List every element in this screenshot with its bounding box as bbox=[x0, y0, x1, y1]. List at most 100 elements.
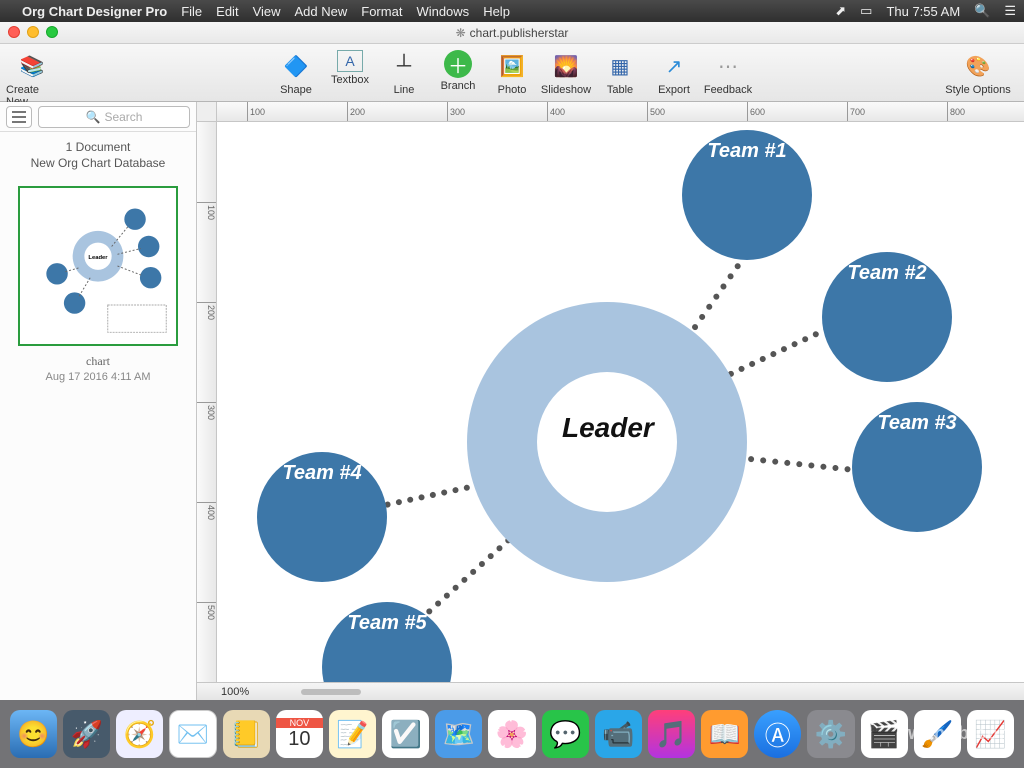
ruler-tick: 700 bbox=[847, 102, 865, 121]
create-new-button[interactable]: 📚 Create New bbox=[6, 48, 58, 108]
style-options-icon: 🎨 bbox=[962, 50, 994, 82]
menu-add-new[interactable]: Add New bbox=[295, 4, 348, 19]
style-options-label: Style Options bbox=[945, 84, 1010, 96]
export-icon: ↗ bbox=[658, 50, 690, 82]
node-label: Team #2 bbox=[847, 262, 926, 285]
menu-help[interactable]: Help bbox=[483, 4, 510, 19]
dock-reminders-icon[interactable]: ☑️ bbox=[382, 710, 429, 758]
shape-button[interactable]: 🔷Shape bbox=[270, 48, 322, 96]
node-team-5[interactable]: Team #5 bbox=[322, 602, 452, 682]
cursor-icon[interactable]: ⬈ bbox=[835, 3, 846, 19]
dock-notes-icon[interactable]: 📝 bbox=[329, 710, 376, 758]
clock[interactable]: Thu 7:55 AM bbox=[886, 4, 960, 19]
dock-safari-icon[interactable]: 🧭 bbox=[116, 710, 163, 758]
mac-menubar: Org Chart Designer Pro File Edit View Ad… bbox=[0, 0, 1024, 22]
thumbnail-preview: Leader bbox=[20, 188, 176, 344]
watermark: wkhub.com bbox=[908, 723, 1016, 744]
sidebar: 🔍Search 1 Document New Org Chart Databas… bbox=[0, 102, 197, 700]
dock-appstore-icon[interactable]: Ⓐ bbox=[754, 710, 801, 758]
style-options-button[interactable]: 🎨 Style Options bbox=[938, 48, 1018, 96]
node-team-1[interactable]: Team #1 bbox=[682, 130, 812, 260]
feedback-icon: ⋯ bbox=[712, 50, 744, 82]
canvas-area: 100 200 300 400 500 600 700 800 100 200 … bbox=[197, 102, 1024, 700]
dock-settings-icon[interactable]: ⚙️ bbox=[807, 710, 854, 758]
node-team-3[interactable]: Team #3 bbox=[852, 402, 982, 532]
document-thumbnail[interactable]: Leader chart Aug 17 2 bbox=[18, 186, 178, 383]
ruler-tick: 200 bbox=[197, 302, 216, 320]
table-icon: ▦ bbox=[604, 50, 636, 82]
table-button[interactable]: ▦ Table bbox=[594, 48, 646, 96]
photo-label: Photo bbox=[498, 84, 527, 96]
app-window: ❋chart.publisherstar 📚 Create New 🔷Shape… bbox=[0, 22, 1024, 700]
thumbnail-name: chart bbox=[18, 354, 178, 369]
photo-button[interactable]: 🖼️Photo bbox=[486, 48, 538, 96]
branch-label: Branch bbox=[441, 80, 476, 92]
maximize-button[interactable] bbox=[46, 26, 58, 38]
ruler-tick: 300 bbox=[447, 102, 465, 121]
document-icon: ❋ bbox=[456, 26, 466, 40]
ruler-tick: 100 bbox=[247, 102, 265, 121]
export-button[interactable]: ↗ Export bbox=[648, 48, 700, 96]
close-button[interactable] bbox=[8, 26, 20, 38]
dock-photos-icon[interactable]: 🌸 bbox=[488, 710, 535, 758]
minimize-button[interactable] bbox=[27, 26, 39, 38]
branch-button[interactable]: ＋ Branch bbox=[432, 48, 484, 96]
sidebar-menu-button[interactable] bbox=[6, 106, 32, 128]
dock: 😊 🚀 🧭 ✉️ 📒 NOV10 📝 ☑️ 🗺️ 🌸 💬 📹 🎵 📖 Ⓐ ⚙️ … bbox=[0, 700, 1024, 768]
ruler-tick: 400 bbox=[547, 102, 565, 121]
dock-app1-icon[interactable]: 🎬 bbox=[861, 710, 908, 758]
dock-contacts-icon[interactable]: 📒 bbox=[223, 710, 270, 758]
export-label: Export bbox=[658, 84, 690, 96]
node-team-4[interactable]: Team #4 bbox=[257, 452, 387, 582]
displays-icon[interactable]: ▭ bbox=[860, 3, 872, 19]
dock-calendar-icon[interactable]: NOV10 bbox=[276, 710, 323, 758]
slideshow-button[interactable]: 🌄 Slideshow bbox=[540, 48, 592, 96]
dock-launchpad-icon[interactable]: 🚀 bbox=[63, 710, 110, 758]
window-titlebar: ❋chart.publisherstar bbox=[0, 22, 1024, 44]
dock-messages-icon[interactable]: 💬 bbox=[542, 710, 589, 758]
status-bar: 100% bbox=[197, 682, 1024, 700]
menu-extras-icon[interactable]: ☰ bbox=[1004, 3, 1016, 19]
feedback-button[interactable]: ⋯Feedback bbox=[702, 48, 754, 96]
menu-format[interactable]: Format bbox=[361, 4, 402, 19]
database-name: New Org Chart Database bbox=[4, 156, 192, 170]
dock-ibooks-icon[interactable]: 📖 bbox=[701, 710, 748, 758]
ruler-tick: 100 bbox=[197, 202, 216, 220]
leader-label[interactable]: Leader bbox=[562, 412, 654, 444]
branch-icon: ＋ bbox=[444, 50, 472, 78]
canvas[interactable]: Leader Team #1 Team #2 Team #3 Team #4 T… bbox=[217, 122, 1024, 682]
app-name[interactable]: Org Chart Designer Pro bbox=[22, 4, 167, 19]
ruler-tick: 600 bbox=[747, 102, 765, 121]
search-input[interactable]: 🔍Search bbox=[38, 106, 190, 128]
create-new-icon: 📚 bbox=[16, 50, 48, 82]
dock-finder-icon[interactable]: 😊 bbox=[10, 710, 57, 758]
shape-label: Shape bbox=[280, 84, 312, 96]
ruler-tick: 500 bbox=[197, 602, 216, 620]
zoom-level[interactable]: 100% bbox=[221, 686, 249, 698]
node-label: Team #4 bbox=[282, 462, 361, 485]
dock-mail-icon[interactable]: ✉️ bbox=[169, 710, 216, 758]
spotlight-icon[interactable]: 🔍 bbox=[974, 3, 990, 19]
node-team-2[interactable]: Team #2 bbox=[822, 252, 952, 382]
menu-view[interactable]: View bbox=[253, 4, 281, 19]
dock-maps-icon[interactable]: 🗺️ bbox=[435, 710, 482, 758]
menu-edit[interactable]: Edit bbox=[216, 4, 238, 19]
menu-file[interactable]: File bbox=[181, 4, 202, 19]
search-icon: 🔍 bbox=[86, 110, 101, 124]
menu-windows[interactable]: Windows bbox=[416, 4, 469, 19]
node-label: Team #3 bbox=[877, 412, 956, 435]
dock-facetime-icon[interactable]: 📹 bbox=[595, 710, 642, 758]
node-label: Team #1 bbox=[707, 140, 786, 163]
toolbar: 📚 Create New 🔷Shape ATextbox ┴Line ＋Bran… bbox=[0, 44, 1024, 102]
ruler-tick: 500 bbox=[647, 102, 665, 121]
dock-itunes-icon[interactable]: 🎵 bbox=[648, 710, 695, 758]
slideshow-icon: 🌄 bbox=[550, 50, 582, 82]
traffic-lights bbox=[8, 26, 58, 38]
textbox-button[interactable]: ATextbox bbox=[324, 48, 376, 96]
horizontal-ruler: 100 200 300 400 500 600 700 800 bbox=[217, 102, 1024, 122]
line-button[interactable]: ┴Line bbox=[378, 48, 430, 96]
table-label: Table bbox=[607, 84, 633, 96]
ruler-tick: 800 bbox=[947, 102, 965, 121]
scroll-grip[interactable] bbox=[301, 689, 361, 695]
slideshow-label: Slideshow bbox=[541, 84, 591, 96]
